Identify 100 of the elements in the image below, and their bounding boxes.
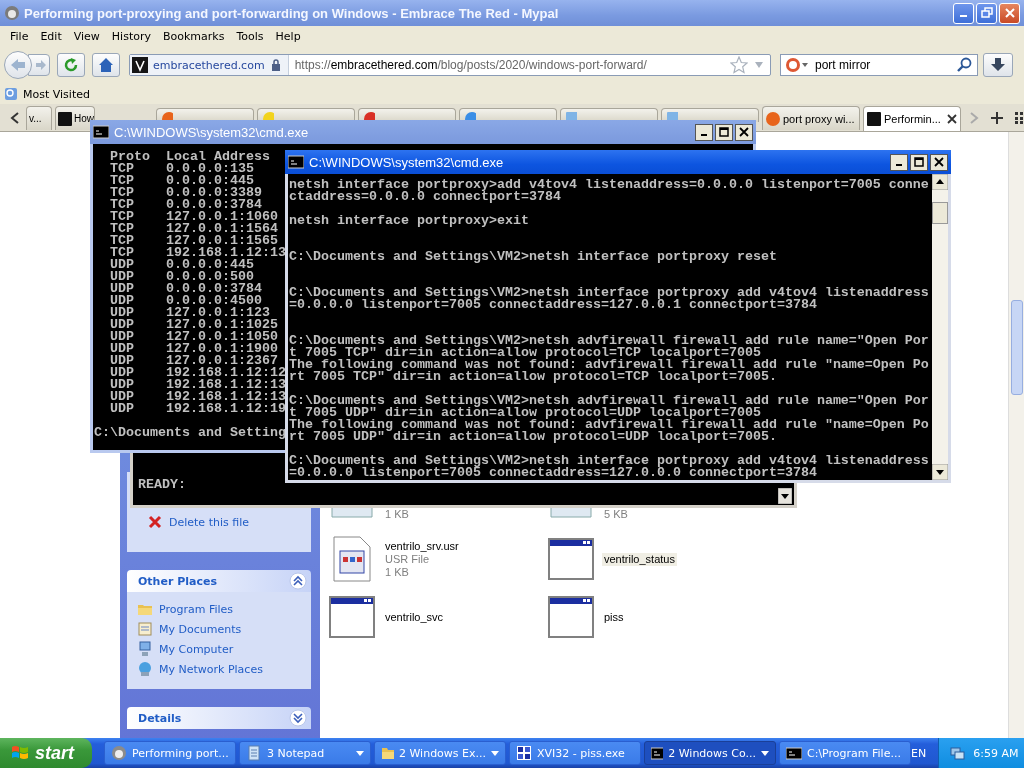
bookmark-folder[interactable]: Most Visited	[4, 87, 90, 101]
pane-link[interactable]: My Computer	[137, 639, 301, 659]
reload-icon	[63, 57, 79, 73]
back-arrow-icon	[9, 57, 27, 73]
console-icon	[93, 125, 109, 139]
file-type: USR File	[384, 552, 430, 566]
scroll-down-icon[interactable]	[932, 464, 948, 480]
download-button[interactable]	[983, 53, 1013, 77]
app-icon	[4, 5, 20, 21]
documents-icon	[137, 621, 153, 637]
address-field[interactable]: embracethered.com https://embracethered.com/blog/posts/2020/windows-port-forward/	[129, 54, 771, 76]
window-title: C:\WINDOWS\system32\cmd.exe	[309, 154, 505, 170]
taskbar-button[interactable]: Performing port...	[104, 741, 236, 765]
taskbar-button[interactable]: XVI32 - piss.exe	[509, 741, 641, 765]
browser-tab[interactable]: port proxy wi...	[762, 106, 860, 130]
file-name[interactable]: piss	[602, 610, 626, 624]
computer-icon	[137, 641, 153, 657]
notepad-icon	[246, 745, 262, 761]
site-identity: embracethered.com	[153, 58, 265, 72]
home-button[interactable]	[92, 53, 120, 77]
download-icon	[990, 57, 1006, 73]
browser-tab[interactable]: v...	[26, 106, 52, 130]
caret-icon	[761, 750, 769, 756]
console-icon	[651, 745, 664, 761]
tab-list-icon[interactable]	[1015, 112, 1024, 124]
app-icon	[111, 745, 127, 761]
maximize-button[interactable]	[715, 123, 733, 141]
file-size: 1 KB	[384, 508, 410, 521]
taskbar-button[interactable]: 2 Windows Ex...	[374, 741, 506, 765]
lock-icon	[269, 59, 282, 71]
scroll-up-icon[interactable]	[932, 174, 948, 190]
url-text: https://embracethered.com/blog/posts/2020/windows-port-forward/	[294, 58, 648, 72]
close-icon	[934, 157, 944, 167]
restore-button[interactable]	[976, 2, 997, 24]
maximize-button[interactable]	[910, 153, 928, 171]
file-name[interactable]: ventrilo_srv.usr	[383, 539, 461, 553]
close-button[interactable]	[930, 153, 948, 171]
minimize-icon	[701, 134, 707, 136]
bookmark-star-icon[interactable]	[730, 56, 748, 74]
scrollbar[interactable]	[1008, 132, 1024, 738]
scroll-thumb[interactable]	[1011, 300, 1023, 395]
pane-link[interactable]: My Documents	[137, 619, 301, 639]
application-icon[interactable]	[547, 593, 595, 641]
scrollbar[interactable]	[932, 174, 948, 480]
clock: 6:59 AM	[973, 746, 1019, 760]
taskbar-button[interactable]: C:\Program File...	[779, 741, 911, 765]
menu-item[interactable]: File	[4, 28, 35, 44]
pane-link[interactable]: Delete this file	[147, 513, 291, 531]
chevron-icon[interactable]	[289, 572, 307, 590]
caret-icon	[356, 750, 364, 756]
console-output: READY:	[138, 479, 187, 491]
pane-link[interactable]: My Network Places	[137, 659, 301, 679]
window-title: Performing port-proxying and port-forwarding on Windows - Embrace The Red - Mypal	[24, 5, 560, 21]
minimize-icon	[960, 15, 967, 17]
new-tab-icon[interactable]	[991, 112, 1003, 124]
search-field[interactable]: port mirror	[780, 54, 978, 76]
file-name[interactable]: ventrilo_svc	[383, 610, 446, 624]
pane-header[interactable]: Other Places	[127, 570, 311, 592]
browser-tab[interactable]: Performin...	[863, 106, 961, 131]
language-indicator[interactable]: EN	[911, 746, 927, 760]
close-button[interactable]	[735, 123, 753, 141]
restore-icon	[980, 7, 993, 19]
close-icon	[739, 127, 749, 137]
maximize-icon	[914, 157, 924, 167]
chevron-icon[interactable]	[289, 709, 307, 727]
minimize-icon	[896, 164, 902, 166]
scroll-thumb[interactable]	[932, 202, 948, 224]
menu-item[interactable]: Tools	[230, 28, 270, 44]
application-icon[interactable]	[328, 593, 376, 641]
pane-header[interactable]: Details	[127, 707, 311, 729]
program-icon	[516, 745, 532, 761]
caret-icon	[491, 750, 499, 756]
network-icon[interactable]	[949, 745, 966, 761]
pane-link[interactable]: Program Files	[137, 599, 301, 619]
window-title: C:\WINDOWS\system32\cmd.exe	[114, 124, 310, 140]
console-icon	[288, 155, 304, 169]
taskbar-button[interactable]: 2 Windows Co...	[644, 741, 776, 765]
menu-item[interactable]: Bookmarks	[157, 28, 231, 44]
minimize-button[interactable]	[695, 123, 713, 141]
delete-icon	[147, 514, 163, 530]
scroll-left-icon[interactable]	[10, 112, 20, 124]
folder-icon	[381, 745, 394, 761]
search-icon[interactable]	[957, 57, 973, 73]
menu-item[interactable]: Help	[269, 28, 307, 44]
taskbar-button[interactable]: 3 Notepad	[239, 741, 371, 765]
flag-icon	[10, 744, 30, 762]
menu-item[interactable]: History	[105, 28, 157, 44]
scroll-down-icon[interactable]	[778, 488, 792, 504]
menu-item[interactable]: View	[67, 28, 106, 44]
search-engine-icon[interactable]	[785, 57, 809, 73]
application-icon[interactable]	[547, 535, 595, 583]
start-button[interactable]: start	[0, 738, 92, 768]
close-tab-icon[interactable]	[947, 114, 957, 124]
menu-item[interactable]: Edit	[34, 28, 68, 44]
file-size: 1 KB	[384, 565, 410, 579]
reload-button[interactable]	[57, 53, 85, 77]
console-icon	[786, 745, 802, 761]
file-name[interactable]: ventrilo_status	[602, 552, 677, 566]
minimize-button[interactable]	[890, 153, 908, 171]
forward-button[interactable]	[28, 54, 50, 76]
